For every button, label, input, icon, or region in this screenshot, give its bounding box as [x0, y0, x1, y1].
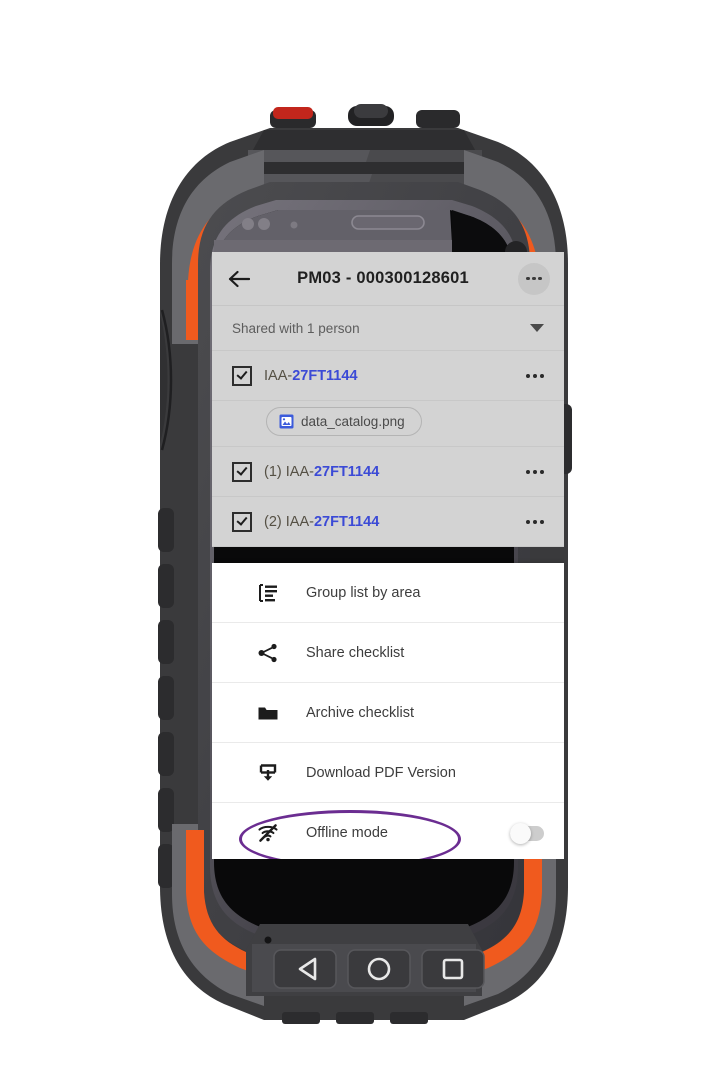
menu-item-label: Offline mode — [306, 825, 388, 841]
item-highlight: 27FT1144 — [313, 513, 380, 530]
share-icon — [256, 641, 280, 665]
item-base: IAA- — [264, 367, 293, 384]
table-row[interactable]: (2) IAA-27FT1144 — [212, 497, 564, 547]
item-highlight: 27FT1144 — [292, 367, 358, 384]
dot — [540, 519, 544, 524]
attachment-chip[interactable]: data_catalog.png — [266, 407, 422, 436]
shared-with-label: Shared with 1 person — [232, 320, 360, 336]
row-overflow-icon[interactable] — [524, 464, 546, 480]
dot — [533, 373, 537, 378]
group-list-icon — [256, 581, 280, 605]
dot — [533, 519, 537, 524]
offline-mode-toggle[interactable] — [510, 822, 544, 844]
dot — [526, 519, 530, 524]
back-nav-button — [273, 949, 337, 989]
menu-item-offline-mode[interactable]: Offline mode — [212, 803, 564, 859]
row-checkbox[interactable] — [232, 511, 252, 532]
home-nav-button — [347, 949, 411, 989]
bottom-feet — [282, 1012, 428, 1024]
overflow-menu-sheet: Group list by area Share checklist Archi… — [212, 563, 564, 859]
menu-item-group-list-by-area[interactable]: Group list by area — [212, 563, 564, 623]
item-base: IAA- — [285, 513, 314, 530]
app-bar: PM03 - 000300128601 — [212, 252, 564, 306]
row-overflow-icon[interactable] — [524, 368, 546, 384]
attachment-filename: data_catalog.png — [301, 414, 405, 429]
wifi-off-icon — [256, 821, 280, 845]
checklist-item-label: (1) IAA-27FT1144 — [264, 464, 524, 480]
attachment-row: data_catalog.png — [212, 401, 564, 447]
menu-item-label: Group list by area — [306, 584, 421, 601]
shared-with-row[interactable]: Shared with 1 person — [212, 306, 564, 351]
image-file-icon — [279, 414, 294, 429]
download-icon — [256, 761, 280, 785]
row-checkbox[interactable] — [232, 461, 252, 482]
menu-item-label: Share checklist — [306, 644, 405, 661]
menu-item-download-pdf-version[interactable]: Download PDF Version — [212, 743, 564, 803]
menu-item-label: Download PDF Version — [306, 764, 456, 781]
row-overflow-icon[interactable] — [524, 514, 546, 530]
folder-icon — [256, 701, 280, 725]
checklist-item-label: (2) IAA-27FT1144 — [264, 514, 524, 530]
item-prefix: (1) — [264, 463, 286, 480]
dot — [526, 373, 530, 378]
menu-item-archive-checklist[interactable]: Archive checklist — [212, 683, 564, 743]
recents-nav-button — [421, 949, 485, 989]
nav-buttons-group — [273, 949, 485, 989]
app-screen: PM03 - 000300128601 Shared with 1 person… — [212, 252, 564, 859]
menu-item-share-checklist[interactable]: Share checklist — [212, 623, 564, 683]
dot — [540, 373, 544, 378]
menu-item-label: Archive checklist — [306, 704, 414, 721]
overflow-menu-icon[interactable] — [518, 262, 550, 295]
row-checkbox[interactable] — [232, 365, 252, 386]
dot — [538, 276, 542, 281]
dot — [540, 469, 544, 474]
dot — [532, 276, 536, 281]
dot — [526, 469, 530, 474]
table-row[interactable]: (1) IAA-27FT1144 — [212, 447, 564, 497]
checklist-container: IAA-27FT1144 data_catalog.png (1) IAA-27… — [212, 351, 564, 547]
table-row[interactable]: IAA-27FT1144 — [212, 351, 564, 401]
item-base: IAA- — [285, 463, 314, 480]
page-title: PM03 - 000300128601 — [297, 269, 469, 287]
dot — [526, 276, 530, 281]
top-hardware-buttons — [270, 104, 460, 128]
chevron-down-icon[interactable] — [530, 324, 544, 332]
dot — [533, 469, 537, 474]
item-highlight: 27FT1144 — [313, 463, 380, 480]
checklist-item-label: IAA-27FT1144 — [264, 368, 524, 384]
toggle-knob — [510, 822, 531, 844]
item-prefix: (2) — [264, 513, 286, 530]
